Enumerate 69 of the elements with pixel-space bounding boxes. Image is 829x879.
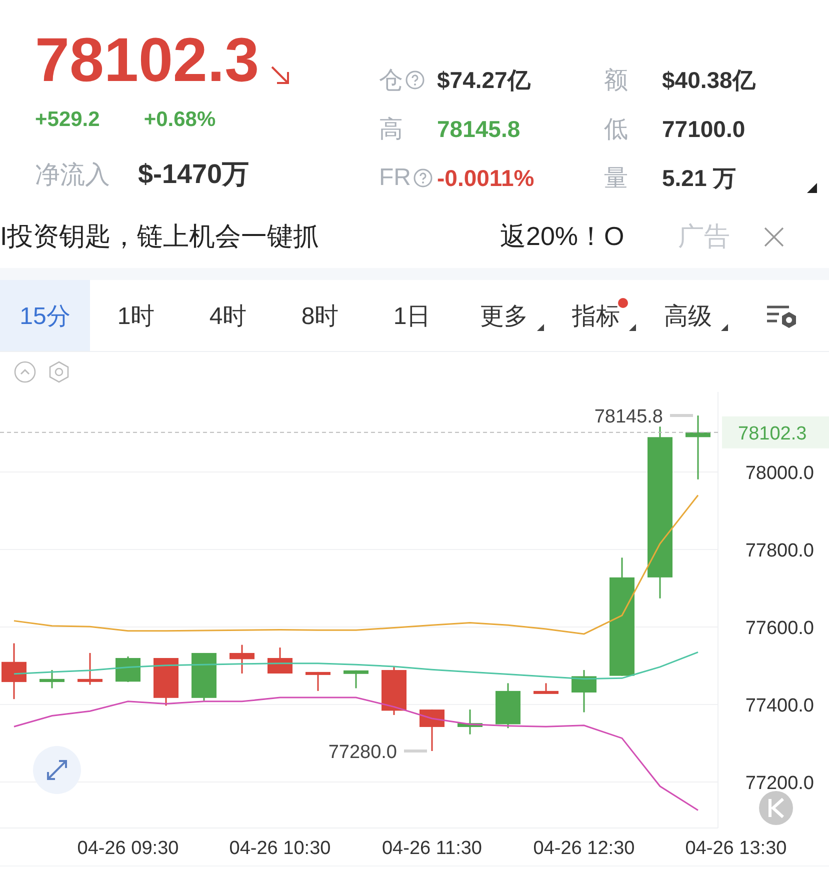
jump-latest-button[interactable] [759, 791, 793, 825]
candlestick [572, 670, 596, 712]
x-axis-label: 04-26 10:30 [229, 838, 331, 859]
timeframe-tab[interactable]: 更多 [458, 280, 550, 351]
candlestick [344, 670, 368, 688]
timeframe-tab[interactable]: 高级 [642, 280, 734, 351]
help-icon[interactable] [413, 168, 433, 188]
timeframe-tab[interactable]: 1日 [366, 280, 458, 351]
hexagon-settings-icon[interactable] [48, 361, 70, 383]
price-change: +529.2 [35, 108, 100, 132]
y-axis-label: 77600.0 [745, 618, 814, 639]
candlestick [686, 416, 710, 480]
stat-value: 78145.8 [437, 116, 520, 142]
candlestick [78, 652, 102, 685]
candlestick [306, 672, 330, 691]
stat-value: -0.0011% [437, 164, 534, 192]
stat-value: 5.21 万 [662, 164, 736, 192]
timeframe-tab[interactable]: 指标 [550, 280, 642, 351]
timeframe-tab[interactable]: 15分 [0, 280, 90, 351]
marker-dash [404, 750, 427, 752]
x-axis-label: 04-26 09:30 [77, 838, 179, 859]
arrow-down-right-icon [269, 64, 292, 86]
price-marker: 78145.8 [594, 406, 663, 428]
timeframe-tab[interactable]: 8时 [274, 280, 366, 351]
net-inflow-value: $-1470万 [138, 158, 250, 191]
close-icon[interactable] [763, 226, 785, 248]
candlestick [534, 683, 558, 694]
x-axis-label: 04-26 12:30 [533, 838, 635, 859]
candlestick [192, 652, 216, 701]
stat-label: 量 [604, 164, 628, 194]
corner-triangle-icon [807, 183, 817, 193]
last-price: 78102.3 [35, 30, 260, 92]
net-inflow-label: 净流入 [35, 160, 110, 191]
candlestick [116, 656, 140, 682]
stat-label: 仓 [379, 66, 403, 96]
candlestick [420, 710, 444, 751]
stat-label: FR [379, 164, 411, 192]
candlestick [230, 644, 254, 674]
candlestick [382, 666, 406, 715]
price-tag-value: 78102.3 [738, 423, 807, 444]
marker-dash [670, 414, 693, 418]
stat-value: $74.27亿 [437, 66, 530, 94]
stat-label: 额 [604, 66, 628, 96]
y-axis-label: 77200.0 [745, 773, 814, 794]
stat-value: 77100.0 [662, 116, 746, 142]
candlestick [2, 643, 26, 700]
timeframe-tab[interactable]: 4时 [182, 280, 274, 351]
ad-tag: 广告 [678, 219, 763, 254]
price-marker: 77280.0 [328, 742, 397, 763]
x-axis-label: 04-26 11:30 [382, 838, 482, 859]
collapse-icon[interactable] [14, 361, 36, 383]
candlestick [268, 648, 292, 674]
percent-change: +0.68% [144, 108, 216, 132]
ad-text[interactable]: 返20%！O [500, 219, 678, 254]
y-axis-label: 77400.0 [745, 696, 814, 716]
expand-button[interactable] [33, 746, 81, 794]
candlestick [458, 710, 482, 734]
y-axis-label: 78000.0 [745, 463, 814, 484]
timeframe-tab[interactable]: 1时 [90, 280, 182, 351]
ad-text[interactable]: I投资钥匙，链上机会一键抓 [0, 219, 500, 254]
stat-value: $40.38亿 [662, 66, 756, 94]
candlestick [154, 658, 178, 706]
help-icon[interactable] [405, 70, 425, 90]
stat-label: 低 [604, 115, 628, 145]
candlestick [40, 670, 64, 688]
candlestick [496, 683, 520, 728]
x-axis-label: 04-26 13:30 [685, 838, 787, 859]
y-axis-label: 77800.0 [745, 540, 814, 562]
stat-label: 高 [379, 115, 403, 145]
